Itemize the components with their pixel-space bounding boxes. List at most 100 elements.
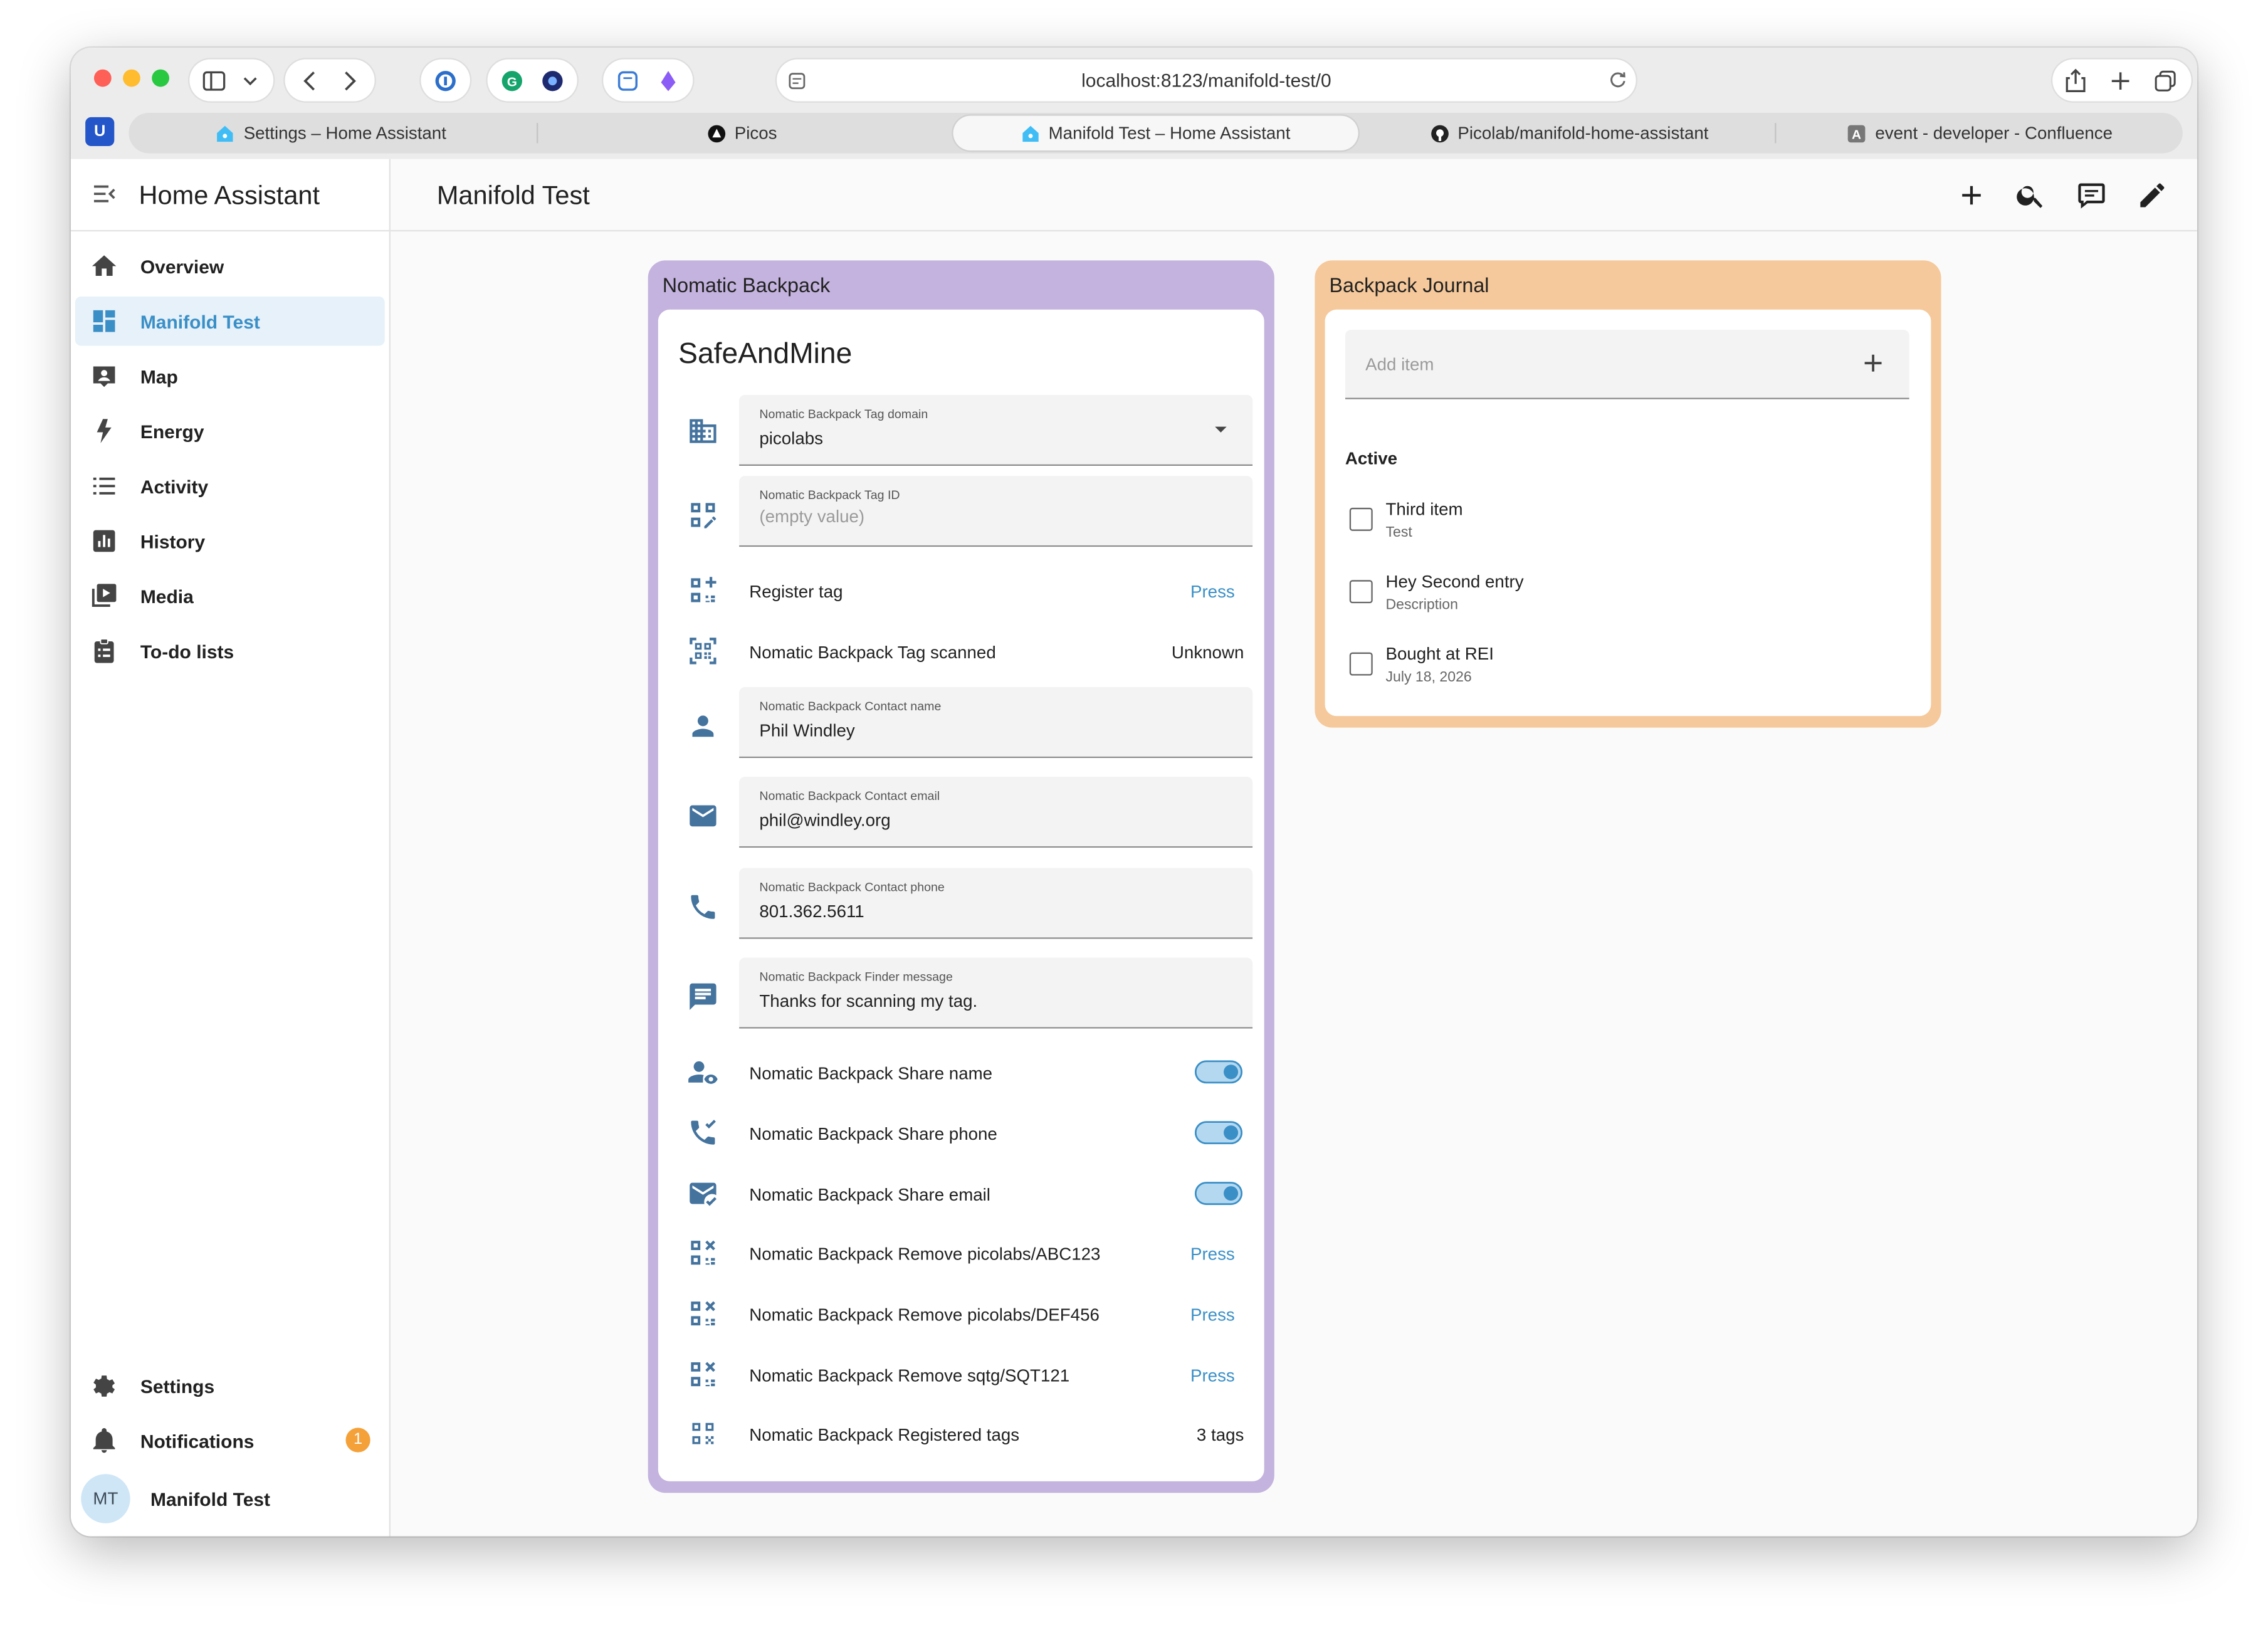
zoom-window-button[interactable] (152, 69, 169, 87)
sidebar-item-todo-lists[interactable]: To-do lists (75, 626, 385, 675)
tab-overview-icon[interactable] (2151, 66, 2180, 95)
backpack-card-title: Nomatic Backpack (662, 273, 831, 297)
field-value: picolabs (759, 428, 823, 449)
sidebar-item-label: Manifold Test (140, 310, 260, 332)
qrcode-edit-icon (687, 499, 719, 531)
share-name-toggle[interactable] (1194, 1060, 1243, 1084)
tag-id-input[interactable]: Nomatic Backpack Tag ID (empty value) (739, 476, 1253, 547)
chevron-down-icon[interactable] (241, 72, 259, 90)
search-icon[interactable] (2015, 179, 2047, 211)
dropdown-arrow-icon[interactable] (1214, 424, 1228, 435)
onepassword-icon[interactable] (433, 68, 459, 94)
registered-tags-value: 3 tags (1196, 1424, 1244, 1446)
tag-scanned-label: Nomatic Backpack Tag scanned (749, 642, 996, 663)
tab-title: Manifold Test – Home Assistant (1048, 123, 1291, 144)
tab-strip: Settings – Home Assistant Picos Manifold… (129, 112, 2183, 154)
sidebar-item-media[interactable]: Media (75, 571, 385, 620)
grammarly-icon[interactable]: G (499, 68, 525, 94)
phone-icon (687, 891, 719, 923)
assist-chat-icon[interactable] (2076, 179, 2108, 211)
sidebar-user-profile[interactable]: MT Manifold Test (75, 1465, 385, 1532)
contact-phone-input[interactable]: Nomatic Backpack Contact phone 801.362.5… (739, 868, 1253, 939)
list-icon (90, 471, 118, 500)
email-icon (687, 800, 719, 832)
todo-checkbox[interactable] (1349, 652, 1373, 676)
field-value: Phil Windley (759, 720, 855, 741)
remove-tag-1-label: Nomatic Backpack Remove picolabs/ABC123 (749, 1244, 1101, 1265)
add-item-input[interactable]: Add item (1345, 330, 1909, 399)
add-plus-icon[interactable] (1956, 179, 1988, 211)
toggle-knob (1224, 1186, 1239, 1201)
notification-count-badge: 1 (345, 1428, 370, 1453)
journal-card-title: Backpack Journal (1329, 273, 1489, 297)
sidebar-item-notifications[interactable]: Notifications 1 (75, 1416, 385, 1465)
share-icon[interactable] (2061, 66, 2090, 95)
contact-email-input[interactable]: Nomatic Backpack Contact email phil@wind… (739, 777, 1253, 848)
password-manager-extension[interactable] (421, 59, 470, 102)
tab-manifold-test[interactable]: Manifold Test – Home Assistant (953, 115, 1358, 150)
sidebar-toggle-group[interactable] (189, 59, 274, 102)
menu-collapse-icon[interactable] (91, 182, 120, 209)
sidebar-item-label: Notifications (140, 1429, 255, 1452)
sidebar-item-activity[interactable]: Activity (75, 461, 385, 510)
sidebar-title: Home Assistant (139, 181, 320, 210)
sidebar-item-map[interactable]: Map (75, 352, 385, 401)
field-placeholder: (empty value) (759, 506, 865, 527)
window-actions-group (2052, 59, 2192, 102)
field-label: Nomatic Backpack Contact name (759, 698, 942, 713)
sidebar-item-settings[interactable]: Settings (75, 1361, 385, 1410)
share-phone-toggle[interactable] (1194, 1121, 1243, 1145)
register-tag-press-button[interactable]: Press (1190, 582, 1235, 602)
privacy-extension-icon[interactable] (540, 68, 566, 94)
tab-confluence[interactable]: A event - developer - Confluence (1778, 113, 2183, 154)
tab-picos[interactable]: Picos (540, 113, 945, 154)
new-tab-plus-icon[interactable] (2106, 66, 2135, 95)
forward-arrow-icon[interactable] (340, 70, 360, 92)
sidebar-item-manifold-test[interactable]: Manifold Test (75, 297, 385, 346)
share-phone-label: Nomatic Backpack Share phone (749, 1123, 997, 1145)
minimize-window-button[interactable] (123, 69, 140, 87)
sidebar-toggle-icon[interactable] (201, 70, 228, 92)
home-assistant-icon (216, 124, 235, 142)
sidebar-item-label: Overview (140, 255, 224, 277)
field-label: Nomatic Backpack Tag domain (759, 406, 928, 421)
back-arrow-icon[interactable] (300, 70, 320, 92)
tab-title: event - developer - Confluence (1875, 123, 2113, 144)
close-window-button[interactable] (93, 69, 112, 87)
edit-pencil-icon[interactable] (2136, 179, 2168, 211)
tag-domain-select[interactable]: Nomatic Backpack Tag domain picolabs (739, 394, 1253, 466)
sidebar-item-history[interactable]: History (75, 517, 385, 565)
add-item-plus-icon[interactable] (1859, 349, 1887, 377)
crystal-extension-icon[interactable] (655, 68, 681, 94)
reload-icon[interactable] (1607, 70, 1629, 92)
todo-item-name: Bought at REI (1385, 643, 1494, 665)
remove-tag-1-press-button[interactable]: Press (1190, 1244, 1235, 1264)
extensions-group: G (487, 59, 577, 102)
field-label: Nomatic Backpack Finder message (759, 969, 953, 984)
share-email-label: Nomatic Backpack Share email (749, 1184, 990, 1206)
address-bar[interactable]: localhost:8123/manifold-test/0 (777, 59, 1636, 102)
todo-checkbox[interactable] (1349, 507, 1373, 531)
qrcode-remove-icon (687, 1298, 719, 1330)
todo-item-name: Hey Second entry (1385, 571, 1524, 592)
share-email-toggle[interactable] (1194, 1182, 1243, 1206)
contact-name-input[interactable]: Nomatic Backpack Contact name Phil Windl… (739, 687, 1253, 759)
reader-extension-icon[interactable] (615, 68, 641, 94)
chart-icon (90, 527, 118, 555)
url-text[interactable]: localhost:8123/manifold-test/0 (777, 70, 1636, 92)
sidebar-item-label: Activity (140, 475, 209, 497)
tab-github[interactable]: Picolab/manifold-home-assistant (1367, 113, 1772, 154)
remove-tag-3-press-button[interactable]: Press (1190, 1365, 1235, 1386)
sidebar-item-label: History (140, 530, 206, 552)
remove-tag-2-press-button[interactable]: Press (1190, 1305, 1235, 1325)
svg-text:G: G (507, 75, 517, 89)
bitwarden-icon[interactable]: U (85, 117, 115, 147)
sidebar-item-overview[interactable]: Overview (75, 241, 385, 290)
toggle-knob (1224, 1125, 1239, 1140)
todo-checkbox[interactable] (1349, 580, 1373, 604)
finder-message-input[interactable]: Nomatic Backpack Finder message Thanks f… (739, 957, 1253, 1029)
field-label: Nomatic Backpack Contact email (759, 788, 940, 803)
sidebar: Home Assistant Overview Manifold Test Ma… (71, 159, 391, 1537)
sidebar-item-energy[interactable]: Energy (75, 406, 385, 455)
tab-settings[interactable]: Settings – Home Assistant (129, 113, 533, 154)
